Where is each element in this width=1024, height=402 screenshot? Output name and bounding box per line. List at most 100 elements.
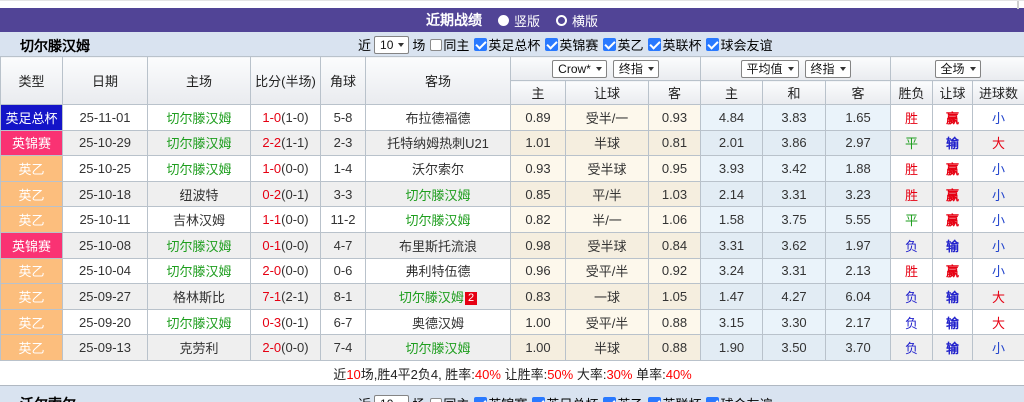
away-team-link[interactable]: 布里斯托流浪 xyxy=(399,239,477,254)
odds-home: 1.00 xyxy=(511,309,566,335)
checkbox-checked-icon[interactable] xyxy=(603,38,616,51)
fulltime-score: 0-1 xyxy=(262,238,281,253)
away-team[interactable]: 托特纳姆热刺U21 xyxy=(366,130,511,156)
match-count-select[interactable]: 10 xyxy=(374,36,409,54)
home-team-link[interactable]: 格林斯比 xyxy=(173,290,225,305)
avg-away: 5.55 xyxy=(826,207,891,233)
match-count-select-value: 10 xyxy=(380,38,393,52)
fulltime-score: 7-1 xyxy=(262,289,281,304)
away-team[interactable]: 布里斯托流浪 xyxy=(366,232,511,258)
away-team[interactable]: 切尔滕汉姆 xyxy=(366,335,511,361)
away-team-name: 沃尔索尔 xyxy=(20,394,76,402)
scope-select[interactable]: 全场 xyxy=(935,60,981,78)
league-checkbox[interactable]: 英乙 xyxy=(603,394,643,402)
odds-away: 1.03 xyxy=(649,181,701,207)
checkbox-checked-icon[interactable] xyxy=(648,38,661,51)
radio-horizontal-label: 横版 xyxy=(572,11,598,30)
away-team-link[interactable]: 奥德汉姆 xyxy=(412,316,464,331)
away-team-link[interactable]: 切尔滕汉姆 xyxy=(399,290,464,305)
scrollbar[interactable] xyxy=(1017,1,1019,9)
avg-home: 3.93 xyxy=(701,156,763,182)
home-team[interactable]: 格林斯比 xyxy=(148,284,251,310)
match-count-select[interactable]: 10 xyxy=(374,395,409,402)
odds-source-select[interactable]: Crow* xyxy=(552,60,607,78)
home-team-link[interactable]: 切尔滕汉姆 xyxy=(166,162,231,177)
odds-time-select-2[interactable]: 终指 xyxy=(805,60,851,78)
league-checkbox[interactable]: 英足总杯 xyxy=(474,35,540,54)
home-team[interactable]: 纽波特 xyxy=(148,181,251,207)
league-checkbox[interactable]: 球会友谊 xyxy=(706,394,772,402)
home-team-link[interactable]: 纽波特 xyxy=(179,188,218,203)
home-team[interactable]: 切尔滕汉姆 xyxy=(148,232,251,258)
checkbox-checked-icon[interactable] xyxy=(474,397,487,402)
odds-time-select-1[interactable]: 终指 xyxy=(613,60,659,78)
away-team-link[interactable]: 切尔滕汉姆 xyxy=(405,213,470,228)
score: 7-1(2-1) xyxy=(251,284,321,310)
home-team-link[interactable]: 克劳利 xyxy=(179,341,218,356)
league-checkbox[interactable]: 英锦赛 xyxy=(545,35,598,54)
home-team[interactable]: 克劳利 xyxy=(148,335,251,361)
home-team-link[interactable]: 切尔滕汉姆 xyxy=(166,136,231,151)
league-checkbox[interactable]: 球会友谊 xyxy=(706,35,772,54)
checkbox-checked-icon[interactable] xyxy=(706,397,719,402)
radio-unselected-icon[interactable] xyxy=(556,15,567,26)
radio-horizontal-layout[interactable]: 横版 xyxy=(556,11,598,30)
league-checkbox[interactable]: 英乙 xyxy=(603,35,643,54)
handicap: 受平/半 xyxy=(566,258,649,284)
col-header-type: 类型 xyxy=(1,57,63,105)
league-checkbox[interactable]: 英联杯 xyxy=(648,35,701,54)
home-team-link[interactable]: 切尔滕汉姆 xyxy=(166,316,231,331)
away-team[interactable]: 切尔滕汉姆 xyxy=(366,181,511,207)
match-result: 胜 xyxy=(891,258,933,284)
league-checkbox[interactable]: 英锦赛 xyxy=(474,394,527,402)
away-team[interactable]: 奥德汉姆 xyxy=(366,309,511,335)
checkbox-unchecked-icon[interactable] xyxy=(430,398,442,402)
home-team-link[interactable]: 切尔滕汉姆 xyxy=(166,239,231,254)
away-team-link[interactable]: 弗利特伍德 xyxy=(405,264,470,279)
home-team-link[interactable]: 切尔滕汉姆 xyxy=(166,264,231,279)
radio-vertical-layout[interactable]: 竖版 xyxy=(498,11,540,30)
average-select[interactable]: 平均值 xyxy=(741,60,799,78)
avg-home: 4.84 xyxy=(701,105,763,131)
summary-segment: 场,胜4平2负4, 胜率: xyxy=(361,367,475,382)
radio-vertical-label: 竖版 xyxy=(514,11,540,30)
home-team-link[interactable]: 切尔滕汉姆 xyxy=(166,111,231,126)
home-team[interactable]: 吉林汉姆 xyxy=(148,207,251,233)
home-team[interactable]: 切尔滕汉姆 xyxy=(148,105,251,131)
checkbox-checked-icon[interactable] xyxy=(603,397,616,402)
league-checkbox[interactable]: 英联杯 xyxy=(648,394,701,402)
col-header-let-result: 让球 xyxy=(933,81,973,105)
same-home-checkbox[interactable]: 同主 xyxy=(430,394,469,402)
home-team[interactable]: 切尔滕汉姆 xyxy=(148,309,251,335)
league-checkbox[interactable]: 英足总杯 xyxy=(532,394,598,402)
match-result: 负 xyxy=(891,309,933,335)
checkbox-checked-icon[interactable] xyxy=(706,38,719,51)
avg-home: 1.58 xyxy=(701,207,763,233)
away-team[interactable]: 切尔滕汉姆2 xyxy=(366,284,511,310)
away-team[interactable]: 沃尔索尔 xyxy=(366,156,511,182)
checkbox-checked-icon[interactable] xyxy=(545,38,558,51)
radio-selected-icon[interactable] xyxy=(498,15,509,26)
away-team[interactable]: 切尔滕汉姆 xyxy=(366,207,511,233)
handicap-result: 输 xyxy=(933,232,973,258)
checkbox-checked-icon[interactable] xyxy=(648,397,661,402)
col-header-away: 客场 xyxy=(366,57,511,105)
checkbox-unchecked-icon[interactable] xyxy=(430,39,442,51)
checkbox-checked-icon[interactable] xyxy=(474,38,487,51)
away-team[interactable]: 布拉德福德 xyxy=(366,105,511,131)
away-team-link[interactable]: 切尔滕汉姆 xyxy=(405,341,470,356)
home-team[interactable]: 切尔滕汉姆 xyxy=(148,130,251,156)
league-checkbox-label: 球会友谊 xyxy=(720,35,772,54)
home-team-link[interactable]: 吉林汉姆 xyxy=(173,213,225,228)
away-team-link[interactable]: 沃尔索尔 xyxy=(412,162,464,177)
same-home-checkbox[interactable]: 同主 xyxy=(430,35,469,54)
checkbox-checked-icon[interactable] xyxy=(532,397,545,402)
odds-away: 0.92 xyxy=(649,258,701,284)
away-team-link[interactable]: 切尔滕汉姆 xyxy=(405,188,470,203)
avg-draw: 3.31 xyxy=(763,258,826,284)
home-team[interactable]: 切尔滕汉姆 xyxy=(148,156,251,182)
away-team[interactable]: 弗利特伍德 xyxy=(366,258,511,284)
away-team-link[interactable]: 布拉德福德 xyxy=(405,111,470,126)
away-team-link[interactable]: 托特纳姆热刺U21 xyxy=(387,136,489,151)
home-team[interactable]: 切尔滕汉姆 xyxy=(148,258,251,284)
